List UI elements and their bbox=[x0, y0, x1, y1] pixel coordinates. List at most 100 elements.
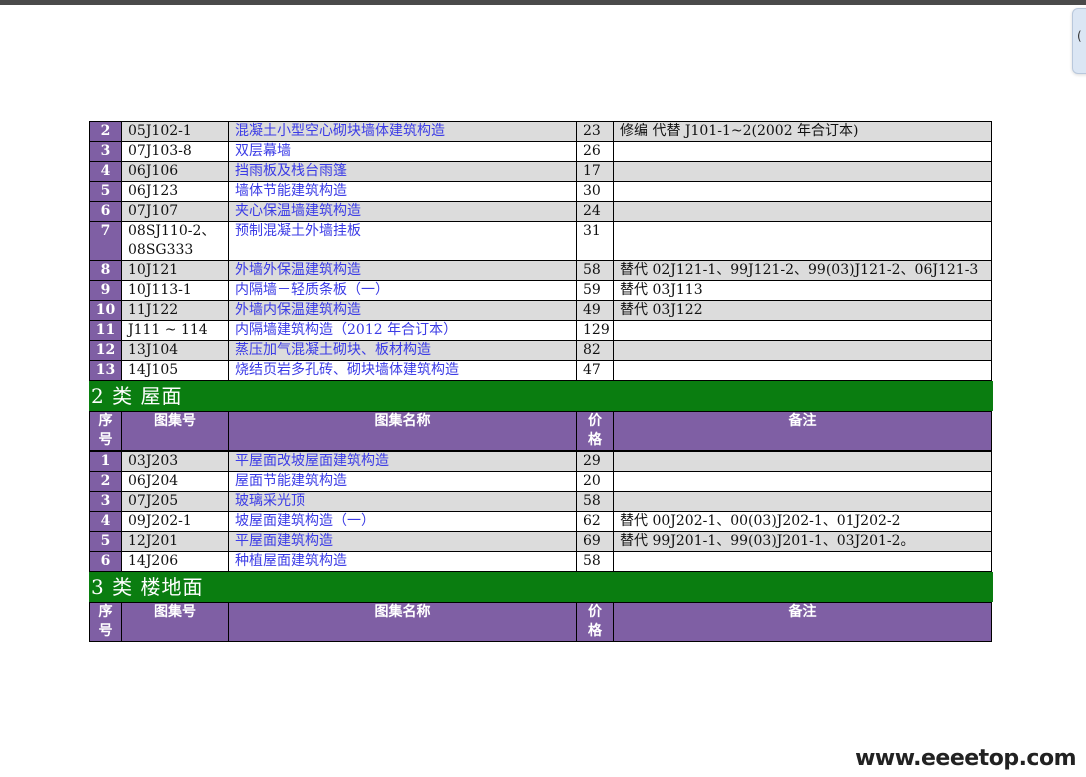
row-code: 11J122 bbox=[121, 300, 229, 321]
row-index: 8 bbox=[89, 260, 122, 281]
row-name-link[interactable]: 预制混凝土外墙挂板 bbox=[228, 221, 577, 261]
table-row: 3 07J103-8 双层幕墙 26 bbox=[89, 141, 992, 162]
table-row: 5 12J201 平屋面建筑构造 69 替代 99J201-1、99(03)J201-1… bbox=[89, 531, 992, 552]
row-index: 7 bbox=[89, 221, 122, 261]
row-price: 69 bbox=[576, 531, 614, 552]
table-row: 11 J111 ~ 114 内隔墙建筑构造（2012 年合订本） 129 bbox=[89, 320, 992, 341]
table-row: 10 11J122 外墙内保温建筑构造 49 替代 03J122 bbox=[89, 300, 992, 321]
row-index: 4 bbox=[89, 511, 122, 532]
table-row: 7 08SJ110-2、 08SG333 预制混凝土外墙挂板 31 bbox=[89, 221, 992, 261]
table-header-category-3: 序号 图集号 图集名称 价格 备注 bbox=[89, 602, 992, 642]
row-index: 6 bbox=[89, 201, 122, 222]
row-price: 30 bbox=[576, 181, 614, 202]
row-note bbox=[613, 201, 992, 222]
row-code: 06J204 bbox=[121, 471, 229, 492]
row-index: 5 bbox=[89, 181, 122, 202]
row-price: 24 bbox=[576, 201, 614, 222]
row-index: 13 bbox=[89, 360, 122, 381]
row-price: 17 bbox=[576, 161, 614, 182]
row-note bbox=[613, 491, 992, 512]
row-note: 替代 99J201-1、99(03)J201-1、03J201-2。 bbox=[613, 531, 992, 552]
row-name-link[interactable]: 外墙外保温建筑构造 bbox=[228, 260, 577, 281]
row-index: 2 bbox=[89, 121, 122, 142]
row-name-link[interactable]: 外墙内保温建筑构造 bbox=[228, 300, 577, 321]
row-name-link[interactable]: 蒸压加气混凝土砌块、板材构造 bbox=[228, 340, 577, 361]
row-name-link[interactable]: 夹心保温墙建筑构造 bbox=[228, 201, 577, 222]
row-price: 20 bbox=[576, 471, 614, 492]
row-price: 62 bbox=[576, 511, 614, 532]
row-code: 08SJ110-2、 08SG333 bbox=[121, 221, 229, 261]
row-price: 58 bbox=[576, 260, 614, 281]
row-note: 替代 00J202-1、00(03)J202-1、01J202-2 bbox=[613, 511, 992, 532]
row-index: 3 bbox=[89, 491, 122, 512]
row-code: 05J102-1 bbox=[121, 121, 229, 142]
table-row: 5 06J123 墙体节能建筑构造 30 bbox=[89, 181, 992, 202]
table-row: 13 14J105 烧结页岩多孔砖、砌块墙体建筑构造 47 bbox=[89, 360, 992, 381]
row-name-link[interactable]: 内隔墙建筑构造（2012 年合订本） bbox=[228, 320, 577, 341]
row-price: 82 bbox=[576, 340, 614, 361]
row-code: J111 ~ 114 bbox=[121, 320, 229, 341]
side-panel-tab-label: ( bbox=[1077, 29, 1082, 43]
row-name-link[interactable]: 平屋面改坡屋面建筑构造 bbox=[228, 451, 577, 472]
table-row: 2 05J102-1 混凝土小型空心砌块墙体建筑构造 23 修编 代替 J101-1~2… bbox=[89, 121, 992, 142]
row-price: 59 bbox=[576, 280, 614, 301]
row-code: 10J121 bbox=[121, 260, 229, 281]
row-code: 10J113-1 bbox=[121, 280, 229, 301]
header-index: 序号 bbox=[89, 411, 122, 451]
row-note bbox=[613, 551, 992, 572]
header-price: 价格 bbox=[576, 411, 614, 451]
row-index: 4 bbox=[89, 161, 122, 182]
row-code: 03J203 bbox=[121, 451, 229, 472]
row-index: 1 bbox=[89, 451, 122, 472]
row-name-link[interactable]: 混凝土小型空心砌块墙体建筑构造 bbox=[228, 121, 577, 142]
row-name-link[interactable]: 种植屋面建筑构造 bbox=[228, 551, 577, 572]
row-code: 07J205 bbox=[121, 491, 229, 512]
row-name-link[interactable]: 挡雨板及栈台雨篷 bbox=[228, 161, 577, 182]
row-name-link[interactable]: 平屋面建筑构造 bbox=[228, 531, 577, 552]
document-page: 2 05J102-1 混凝土小型空心砌块墙体建筑构造 23 修编 代替 J101-1~2… bbox=[89, 121, 993, 642]
header-index: 序号 bbox=[89, 602, 122, 642]
row-price: 58 bbox=[576, 491, 614, 512]
row-name-link[interactable]: 双层幕墙 bbox=[228, 141, 577, 162]
row-code: 06J123 bbox=[121, 181, 229, 202]
header-name: 图集名称 bbox=[228, 411, 577, 451]
row-note bbox=[613, 161, 992, 182]
row-code: 07J107 bbox=[121, 201, 229, 222]
row-code: 12J201 bbox=[121, 531, 229, 552]
row-name-link[interactable]: 屋面节能建筑构造 bbox=[228, 471, 577, 492]
row-name-link[interactable]: 玻璃采光顶 bbox=[228, 491, 577, 512]
row-name-link[interactable]: 坡屋面建筑构造（一） bbox=[228, 511, 577, 532]
row-price: 31 bbox=[576, 221, 614, 261]
catalog-table-category-1: 2 05J102-1 混凝土小型空心砌块墙体建筑构造 23 修编 代替 J101-1~2… bbox=[89, 121, 992, 381]
table-row: 4 06J106 挡雨板及栈台雨篷 17 bbox=[89, 161, 992, 182]
row-name-link[interactable]: 烧结页岩多孔砖、砌块墙体建筑构造 bbox=[228, 360, 577, 381]
row-code: 06J106 bbox=[121, 161, 229, 182]
row-name-link[interactable]: 内隔墙－轻质条板（一） bbox=[228, 280, 577, 301]
row-note bbox=[613, 451, 992, 472]
catalog-table-category-2: 1 03J203 平屋面改坡屋面建筑构造 29 2 06J204 屋面节能建筑构造 20 3 07… bbox=[89, 451, 992, 572]
row-note bbox=[613, 360, 992, 381]
row-name-link[interactable]: 墙体节能建筑构造 bbox=[228, 181, 577, 202]
table-row: 9 10J113-1 内隔墙－轻质条板（一） 59 替代 03J113 bbox=[89, 280, 992, 301]
row-note bbox=[613, 320, 992, 341]
row-price: 29 bbox=[576, 451, 614, 472]
row-price: 26 bbox=[576, 141, 614, 162]
row-note: 修编 代替 J101-1~2(2002 年合订本) bbox=[613, 121, 992, 142]
row-code: 14J206 bbox=[121, 551, 229, 572]
side-panel-tab[interactable]: ( bbox=[1072, 8, 1086, 74]
table-row: 6 14J206 种植屋面建筑构造 58 bbox=[89, 551, 992, 572]
row-note bbox=[613, 181, 992, 202]
row-index: 2 bbox=[89, 471, 122, 492]
category-heading-floor: 3 类 楼地面 bbox=[89, 572, 993, 602]
row-note bbox=[613, 141, 992, 162]
table-header-category-2: 序号 图集号 图集名称 价格 备注 bbox=[89, 411, 992, 451]
row-note bbox=[613, 471, 992, 492]
table-row: 1 03J203 平屋面改坡屋面建筑构造 29 bbox=[89, 451, 992, 472]
header-code: 图集号 bbox=[121, 411, 229, 451]
header-price: 价格 bbox=[576, 602, 614, 642]
row-index: 9 bbox=[89, 280, 122, 301]
table-row: 4 09J202-1 坡屋面建筑构造（一） 62 替代 00J202-1、00(03)J… bbox=[89, 511, 992, 532]
row-note: 替代 02J121-1、99J121-2、99(03)J121-2、06J121… bbox=[613, 260, 992, 281]
category-heading-roof: 2 类 屋面 bbox=[89, 381, 993, 411]
row-price: 49 bbox=[576, 300, 614, 321]
